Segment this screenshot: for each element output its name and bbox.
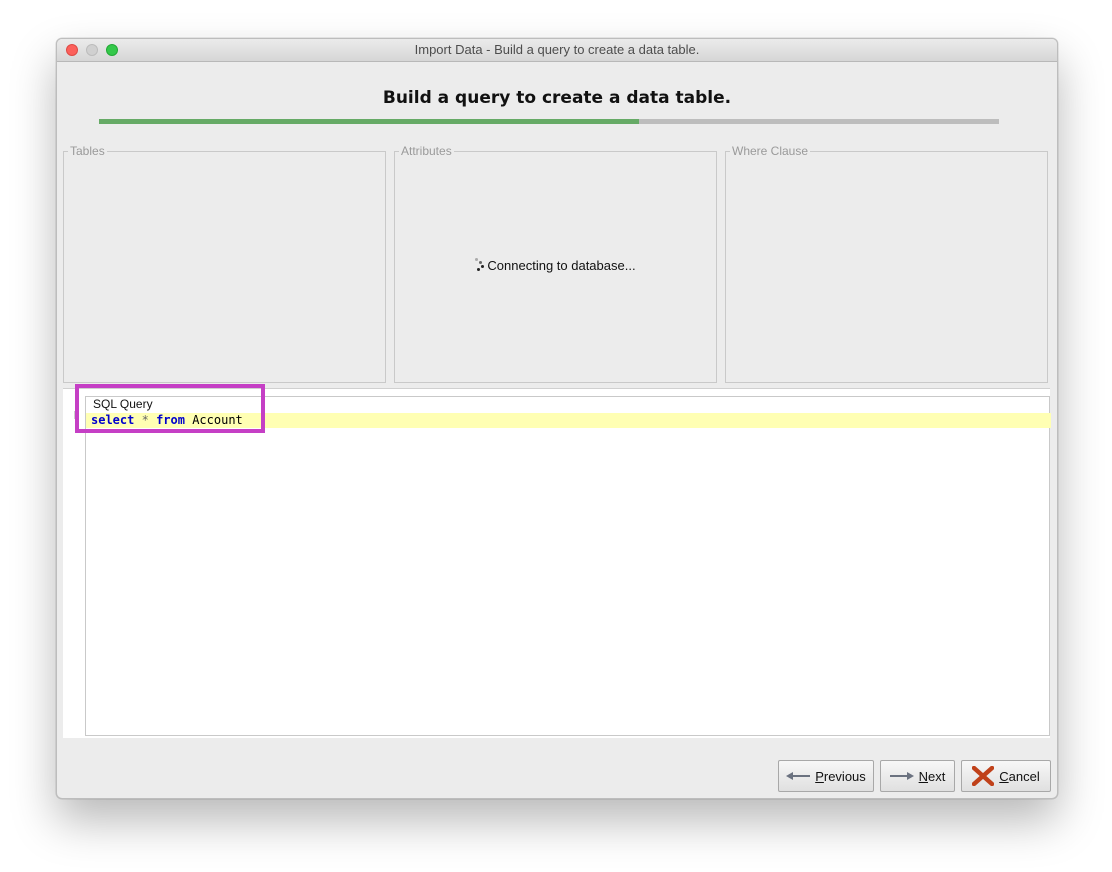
sql-query-area: SQL Query select * from Account	[63, 388, 1051, 738]
sql-table-name: Account	[192, 413, 243, 427]
where-clause-panel[interactable]: Where Clause	[725, 144, 1048, 383]
sql-query-text[interactable]: select * from Account	[91, 413, 243, 428]
tables-panel[interactable]: Tables	[63, 144, 386, 383]
title-bar[interactable]: Import Data - Build a query to create a …	[57, 39, 1057, 62]
attributes-panel-label: Attributes	[399, 144, 454, 158]
previous-button-label: revious	[823, 768, 866, 784]
next-button-label: ext	[928, 768, 946, 784]
sql-operator-star: *	[141, 413, 149, 427]
cancel-button-label: ancel	[1008, 768, 1040, 784]
cancel-button-mnemonic: C	[999, 768, 1009, 784]
previous-button[interactable]: Previous	[778, 760, 874, 792]
sql-keyword-select: select	[91, 413, 135, 427]
attributes-panel[interactable]: Attributes Connecting to database...	[394, 144, 717, 383]
loading-status: Connecting to database...	[395, 258, 716, 273]
window-title: Import Data - Build a query to create a …	[414, 42, 700, 57]
import-data-window: Import Data - Build a query to create a …	[56, 38, 1058, 799]
tables-panel-label: Tables	[68, 144, 107, 158]
loading-text: Connecting to database...	[487, 258, 636, 273]
spinner-icon	[475, 258, 485, 272]
gutter-fold-marker	[74, 411, 76, 419]
cancel-x-icon	[972, 766, 995, 786]
previous-button-mnemonic: P	[815, 768, 824, 784]
next-button[interactable]: Next	[880, 760, 955, 792]
arrow-left-icon	[786, 771, 811, 781]
sql-query-label: SQL Query	[92, 397, 154, 411]
where-clause-panel-label: Where Clause	[730, 144, 811, 158]
wizard-progress-bar	[99, 119, 999, 124]
cancel-button[interactable]: Cancel	[961, 760, 1051, 792]
wizard-heading: Build a query to create a data table.	[382, 88, 732, 108]
sql-keyword-from: from	[156, 413, 185, 427]
sql-query-editor[interactable]: SQL Query select * from Account	[85, 396, 1051, 736]
wizard-progress-fill	[99, 119, 639, 124]
arrow-right-icon	[889, 771, 914, 781]
next-button-mnemonic: N	[918, 768, 929, 784]
